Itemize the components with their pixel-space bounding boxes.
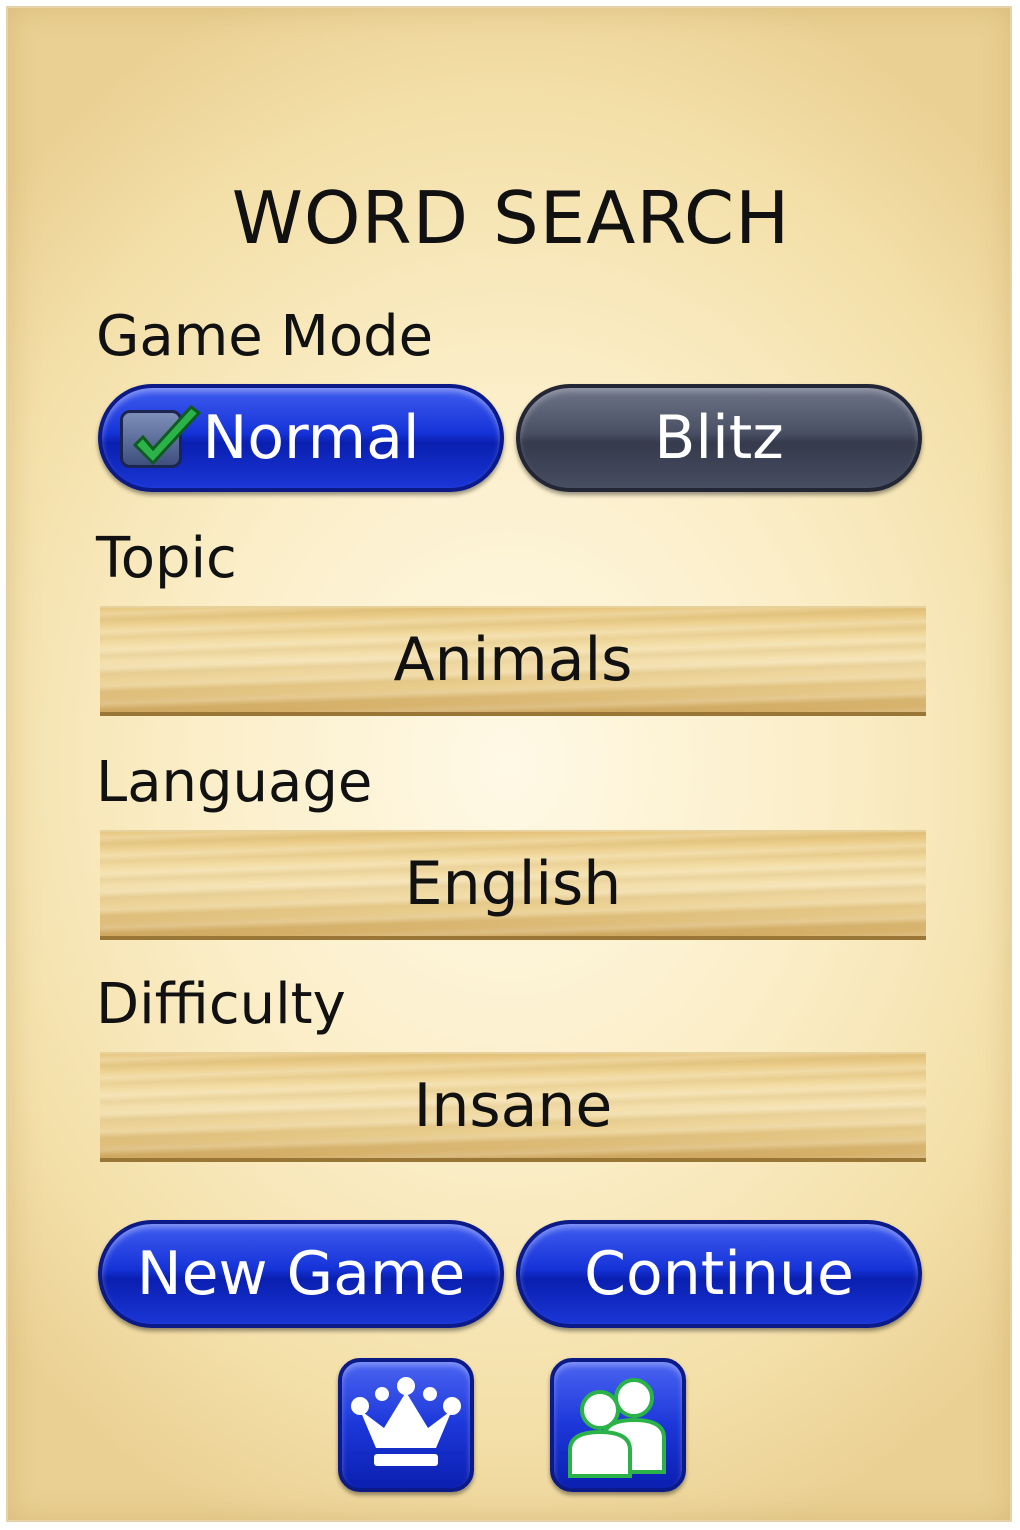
new-game-label: New Game [136,1239,466,1309]
mode-blitz-button[interactable]: Blitz [516,384,922,492]
difficulty-value: Insane [413,1071,613,1141]
continue-label: Continue [584,1239,854,1309]
mode-blitz-label: Blitz [654,403,784,473]
page-title: WORD SEARCH [231,176,791,260]
mode-normal-button[interactable]: Normal [98,384,504,492]
language-selector[interactable]: English [100,830,926,940]
language-label: Language [96,750,373,815]
topic-selector[interactable]: Animals [100,606,926,716]
difficulty-label: Difficulty [96,972,346,1037]
continue-button[interactable]: Continue [516,1220,922,1328]
leaderboard-button[interactable] [338,1358,474,1492]
topic-label: Topic [96,526,237,591]
difficulty-selector[interactable]: Insane [100,1052,926,1162]
topic-value: Animals [393,625,633,695]
checkbox-checked-icon [120,404,202,468]
multiplayer-button[interactable] [550,1358,686,1492]
language-value: English [404,849,622,919]
main-menu-screen: WORD SEARCH Game Mode Normal Blitz Topic… [6,6,1012,1522]
new-game-button[interactable]: New Game [98,1220,504,1328]
game-mode-label: Game Mode [96,304,434,369]
mode-normal-label: Normal [202,403,420,473]
